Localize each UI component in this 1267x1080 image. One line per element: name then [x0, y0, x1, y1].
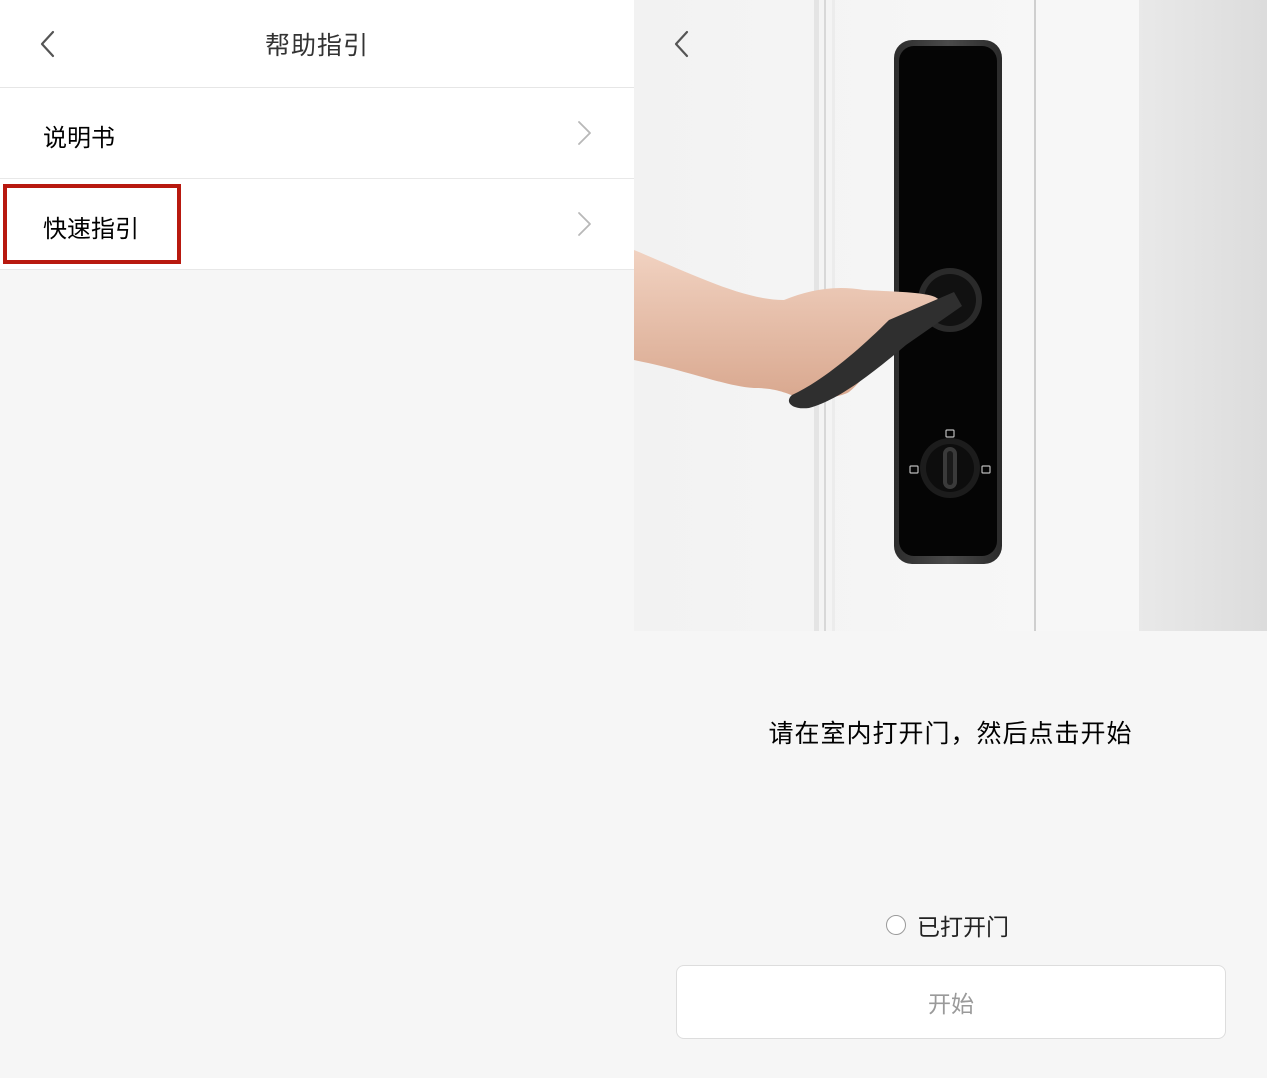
list-item-manual[interactable]: 说明书	[0, 88, 634, 179]
chevron-left-icon	[674, 30, 689, 58]
door-opened-label: 已打开门	[917, 915, 1009, 941]
door-opened-checkbox[interactable]: 已打开门	[886, 908, 1009, 942]
page-title: 帮助指引	[264, 31, 369, 60]
back-button[interactable]	[662, 24, 702, 64]
start-button-label: 开始	[928, 992, 974, 1018]
list-item-quick-guide[interactable]: 快速指引	[0, 179, 634, 270]
quick-guide-screen: 请在室内打开门，然后点击开始 已打开门 开始	[634, 0, 1267, 1078]
help-list: 说明书 快速指引	[0, 88, 634, 270]
door-lock-photo	[634, 0, 1267, 631]
chevron-right-icon	[578, 212, 591, 236]
radio-circle-icon[interactable]	[886, 915, 906, 935]
nav-bar: 帮助指引	[0, 0, 634, 88]
instruction-text: 请在室内打开门，然后点击开始	[768, 719, 1133, 748]
list-item-label: 快速指引	[43, 215, 139, 243]
chevron-right-icon	[578, 121, 591, 145]
door-lock-illustration	[634, 0, 1267, 631]
list-item-label: 说明书	[43, 124, 115, 152]
help-guide-screen: 帮助指引 说明书 快速指引	[0, 0, 634, 1078]
start-button[interactable]: 开始	[676, 965, 1226, 1039]
